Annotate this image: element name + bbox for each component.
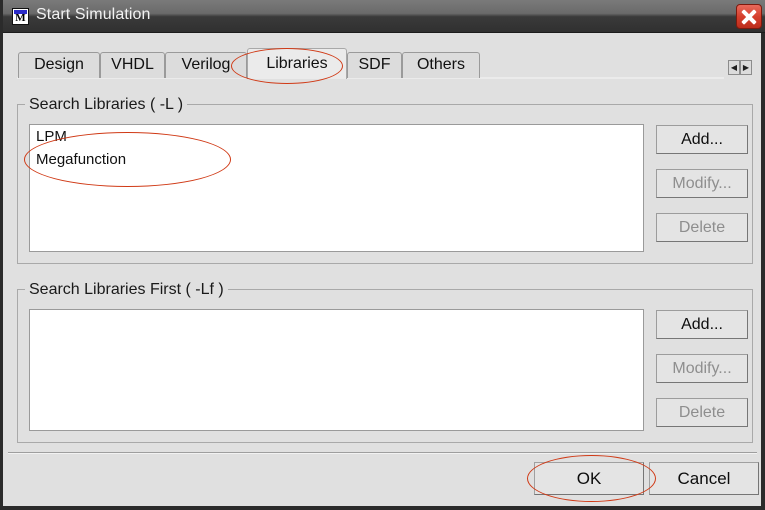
tab-others[interactable]: Others [402, 52, 480, 78]
tab-scroll-buttons: ◀ ▶ [728, 60, 752, 75]
delete-library-button: Delete [656, 213, 748, 242]
tab-sdf[interactable]: SDF [347, 52, 402, 78]
list-item[interactable]: Megafunction [30, 148, 643, 171]
search-libraries-group: Search Libraries ( -L ) LPM Megafunction… [17, 96, 753, 264]
close-icon[interactable] [736, 4, 762, 29]
icon-letter: M [15, 12, 26, 24]
footer-separator [8, 452, 757, 454]
cancel-button[interactable]: Cancel [649, 462, 759, 495]
list-item[interactable]: LPM [30, 125, 643, 148]
tab-scroll-right-icon[interactable]: ▶ [740, 60, 752, 75]
title-bar: M Start Simulation [3, 0, 765, 33]
start-simulation-dialog: M Start Simulation Design VHDL Verilog L… [0, 0, 765, 510]
group-title-search-libraries: Search Libraries ( -L ) [25, 96, 188, 114]
modelsim-m-icon: M [12, 8, 29, 25]
search-libraries-list[interactable]: LPM Megafunction [29, 124, 644, 252]
delete-library-first-button: Delete [656, 398, 748, 427]
add-library-button[interactable]: Add... [656, 125, 748, 154]
tab-scroll-left-icon[interactable]: ◀ [728, 60, 740, 75]
window-title: Start Simulation [36, 6, 151, 23]
modify-library-first-button: Modify... [656, 354, 748, 383]
group-title-search-libraries-first: Search Libraries First ( -Lf ) [25, 281, 228, 299]
ok-button[interactable]: OK [534, 462, 644, 495]
search-libraries-first-list[interactable] [29, 309, 644, 431]
tab-bar: Design VHDL Verilog Libraries SDF Others [17, 48, 724, 79]
modify-library-button: Modify... [656, 169, 748, 198]
search-libraries-first-group: Search Libraries First ( -Lf ) Add... Mo… [17, 281, 753, 443]
add-library-first-button[interactable]: Add... [656, 310, 748, 339]
tab-vhdl[interactable]: VHDL [100, 52, 165, 78]
tab-verilog[interactable]: Verilog [165, 52, 247, 78]
tab-libraries[interactable]: Libraries [247, 48, 347, 79]
tab-design[interactable]: Design [18, 52, 100, 78]
